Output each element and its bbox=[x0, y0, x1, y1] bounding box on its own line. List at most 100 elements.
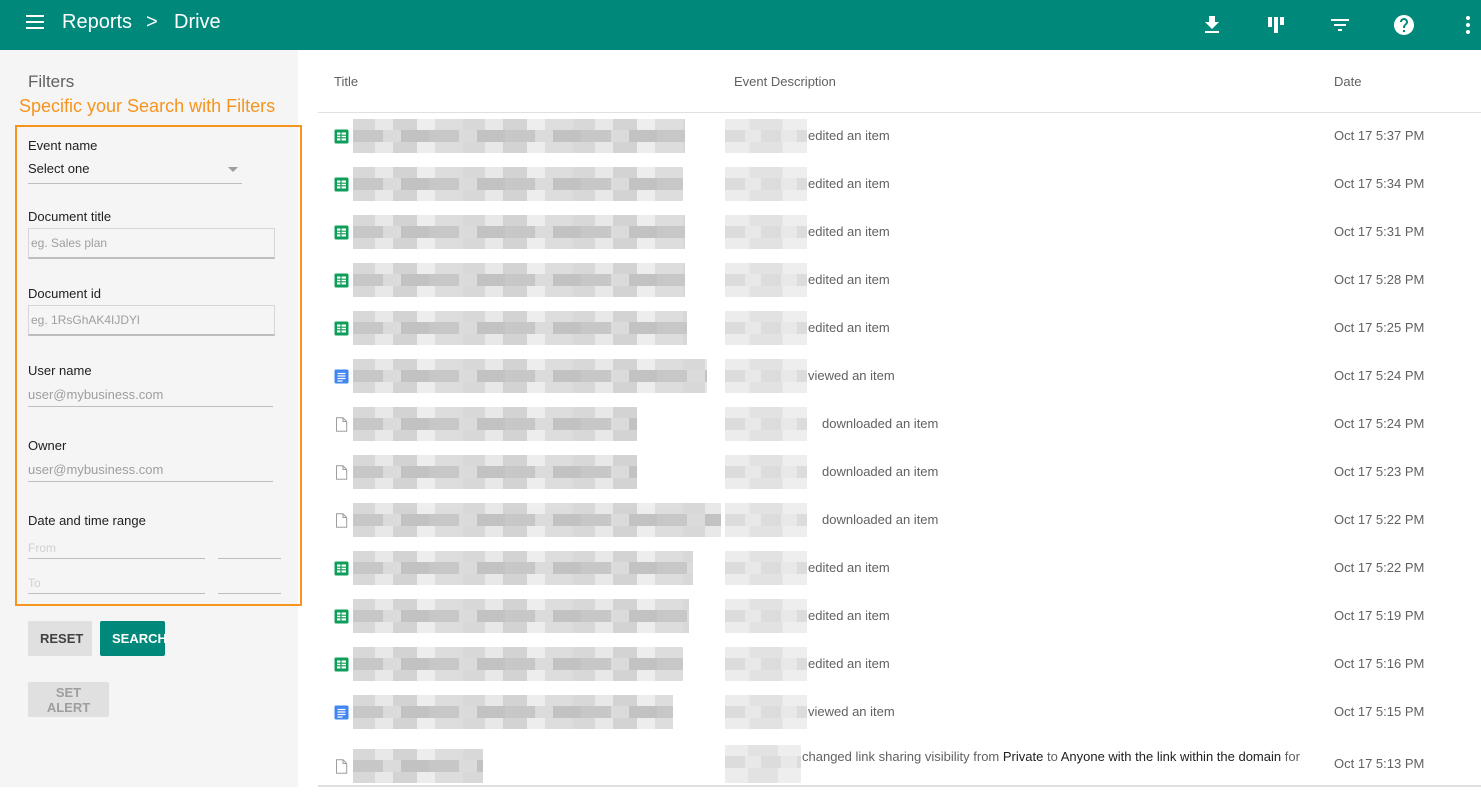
event-description: edited an item bbox=[808, 224, 890, 239]
event-name-select[interactable]: Select one bbox=[28, 161, 242, 184]
event-description: edited an item bbox=[808, 320, 890, 335]
event-date: Oct 17 5:23 PM bbox=[1334, 464, 1425, 479]
download-icon[interactable] bbox=[1200, 13, 1224, 37]
redacted-actor bbox=[725, 695, 807, 729]
event-date: Oct 17 5:31 PM bbox=[1334, 224, 1425, 239]
redacted-actor bbox=[725, 551, 807, 585]
event-description: edited an item bbox=[808, 656, 890, 671]
table-row[interactable]: edited an item Oct 17 5:37 PM bbox=[318, 113, 1481, 161]
event-name-label: Event name bbox=[28, 138, 98, 153]
event-description: edited an item bbox=[808, 608, 890, 623]
redacted-actor bbox=[725, 647, 807, 681]
redacted-title bbox=[353, 215, 685, 249]
search-button[interactable]: SEARCH bbox=[100, 621, 167, 656]
docs-icon bbox=[334, 705, 349, 720]
event-description: downloaded an item bbox=[822, 464, 939, 479]
column-header-title[interactable]: Title bbox=[334, 74, 358, 89]
filter-form: Event name Select one Document title Doc… bbox=[15, 125, 302, 606]
redacted-actor bbox=[725, 599, 807, 633]
event-date: Oct 17 5:19 PM bbox=[1334, 608, 1425, 623]
redacted-title bbox=[353, 407, 637, 441]
event-date: Oct 17 5:22 PM bbox=[1334, 512, 1425, 527]
table-row[interactable]: downloaded an item Oct 17 5:22 PM bbox=[318, 497, 1481, 545]
breadcrumb-reports[interactable]: Reports bbox=[62, 11, 132, 34]
event-date: Oct 17 5:16 PM bbox=[1334, 656, 1425, 671]
event-date: Oct 17 5:22 PM bbox=[1334, 560, 1425, 575]
table-row[interactable]: viewed an item Oct 17 5:15 PM bbox=[318, 689, 1481, 737]
table-row[interactable]: viewed an item Oct 17 5:24 PM bbox=[318, 353, 1481, 401]
table-row[interactable]: edited an item Oct 17 5:22 PM bbox=[318, 545, 1481, 593]
column-header-date[interactable]: Date bbox=[1334, 74, 1361, 89]
table-row[interactable]: edited an item Oct 17 5:31 PM bbox=[318, 209, 1481, 257]
event-description: edited an item bbox=[808, 176, 890, 191]
document-id-label: Document id bbox=[28, 286, 101, 301]
table-row[interactable]: edited an item Oct 17 5:34 PM bbox=[318, 161, 1481, 209]
desc-prefix: changed link sharing visibility from bbox=[802, 749, 1003, 764]
event-date: Oct 17 5:28 PM bbox=[1334, 272, 1425, 287]
table-row[interactable]: edited an item Oct 17 5:19 PM bbox=[318, 593, 1481, 641]
filters-sidebar: Filters Specific your Search with Filter… bbox=[0, 50, 302, 787]
event-description: edited an item bbox=[808, 560, 890, 575]
table-row[interactable]: edited an item Oct 17 5:28 PM bbox=[318, 257, 1481, 305]
visibility-from: Private bbox=[1002, 749, 1044, 764]
set-alert-button[interactable]: SET ALERT bbox=[28, 682, 109, 717]
from-time-input[interactable] bbox=[218, 537, 281, 559]
document-id-input[interactable] bbox=[28, 305, 275, 336]
table-row[interactable]: edited an item Oct 17 5:16 PM bbox=[318, 641, 1481, 689]
redacted-actor bbox=[725, 119, 807, 153]
event-date: Oct 17 5:24 PM bbox=[1334, 416, 1425, 431]
desc-mid: to bbox=[1043, 749, 1061, 764]
event-description: downloaded an item bbox=[822, 416, 939, 431]
user-name-input[interactable] bbox=[28, 383, 273, 407]
columns-icon[interactable] bbox=[1264, 13, 1288, 37]
file-icon bbox=[334, 759, 349, 774]
table-row[interactable]: edited an item Oct 17 5:25 PM bbox=[318, 305, 1481, 353]
redacted-title bbox=[353, 503, 721, 537]
table-row[interactable]: downloaded an item Oct 17 5:24 PM bbox=[318, 401, 1481, 449]
owner-input[interactable] bbox=[28, 458, 273, 482]
document-title-label: Document title bbox=[28, 209, 112, 224]
event-description: edited an item bbox=[808, 272, 890, 287]
report-table: Title Event Description Date edited an i… bbox=[318, 50, 1481, 787]
file-icon bbox=[334, 465, 349, 480]
to-time-input[interactable] bbox=[218, 572, 281, 594]
help-icon[interactable] bbox=[1392, 13, 1416, 37]
reset-button[interactable]: RESET bbox=[28, 621, 92, 656]
event-description: edited an item bbox=[808, 128, 890, 143]
user-name-label: User name bbox=[28, 363, 92, 378]
date-range-label: Date and time range bbox=[28, 513, 146, 528]
event-description: viewed an item bbox=[808, 704, 895, 719]
file-icon bbox=[334, 417, 349, 432]
redacted-title bbox=[353, 263, 685, 297]
owner-label: Owner bbox=[28, 438, 67, 453]
sheets-icon bbox=[334, 177, 349, 192]
event-description: changed link sharing visibility from Pri… bbox=[802, 749, 1300, 764]
menu-icon[interactable] bbox=[26, 15, 44, 29]
table-row[interactable]: downloaded an item Oct 17 5:23 PM bbox=[318, 449, 1481, 497]
annotation-label: Specific your Search with Filters bbox=[19, 96, 276, 116]
redacted-actor bbox=[725, 311, 807, 345]
top-app-bar: Reports > Drive bbox=[0, 0, 1481, 50]
redacted-actor bbox=[725, 215, 807, 249]
desc-suffix: for bbox=[1281, 749, 1300, 764]
redacted-title bbox=[353, 119, 685, 153]
redacted-actor bbox=[725, 745, 801, 783]
redacted-title bbox=[353, 551, 693, 585]
sheets-icon bbox=[334, 321, 349, 336]
dropdown-caret-icon bbox=[228, 167, 238, 172]
sheets-icon bbox=[334, 609, 349, 624]
document-title-input[interactable] bbox=[28, 228, 275, 259]
more-vert-icon[interactable] bbox=[1456, 13, 1480, 37]
sheets-icon bbox=[334, 561, 349, 576]
file-icon bbox=[334, 513, 349, 528]
event-description: downloaded an item bbox=[822, 512, 939, 527]
redacted-title bbox=[353, 167, 683, 201]
docs-icon bbox=[334, 369, 349, 384]
breadcrumb-separator: > bbox=[146, 11, 158, 33]
from-date-input[interactable] bbox=[28, 537, 205, 559]
to-date-input[interactable] bbox=[28, 572, 205, 594]
sheets-icon bbox=[334, 273, 349, 288]
visibility-to: Anyone with the link within the domain bbox=[1060, 749, 1282, 764]
filter-icon[interactable] bbox=[1328, 13, 1352, 37]
column-header-event-description[interactable]: Event Description bbox=[734, 74, 836, 89]
